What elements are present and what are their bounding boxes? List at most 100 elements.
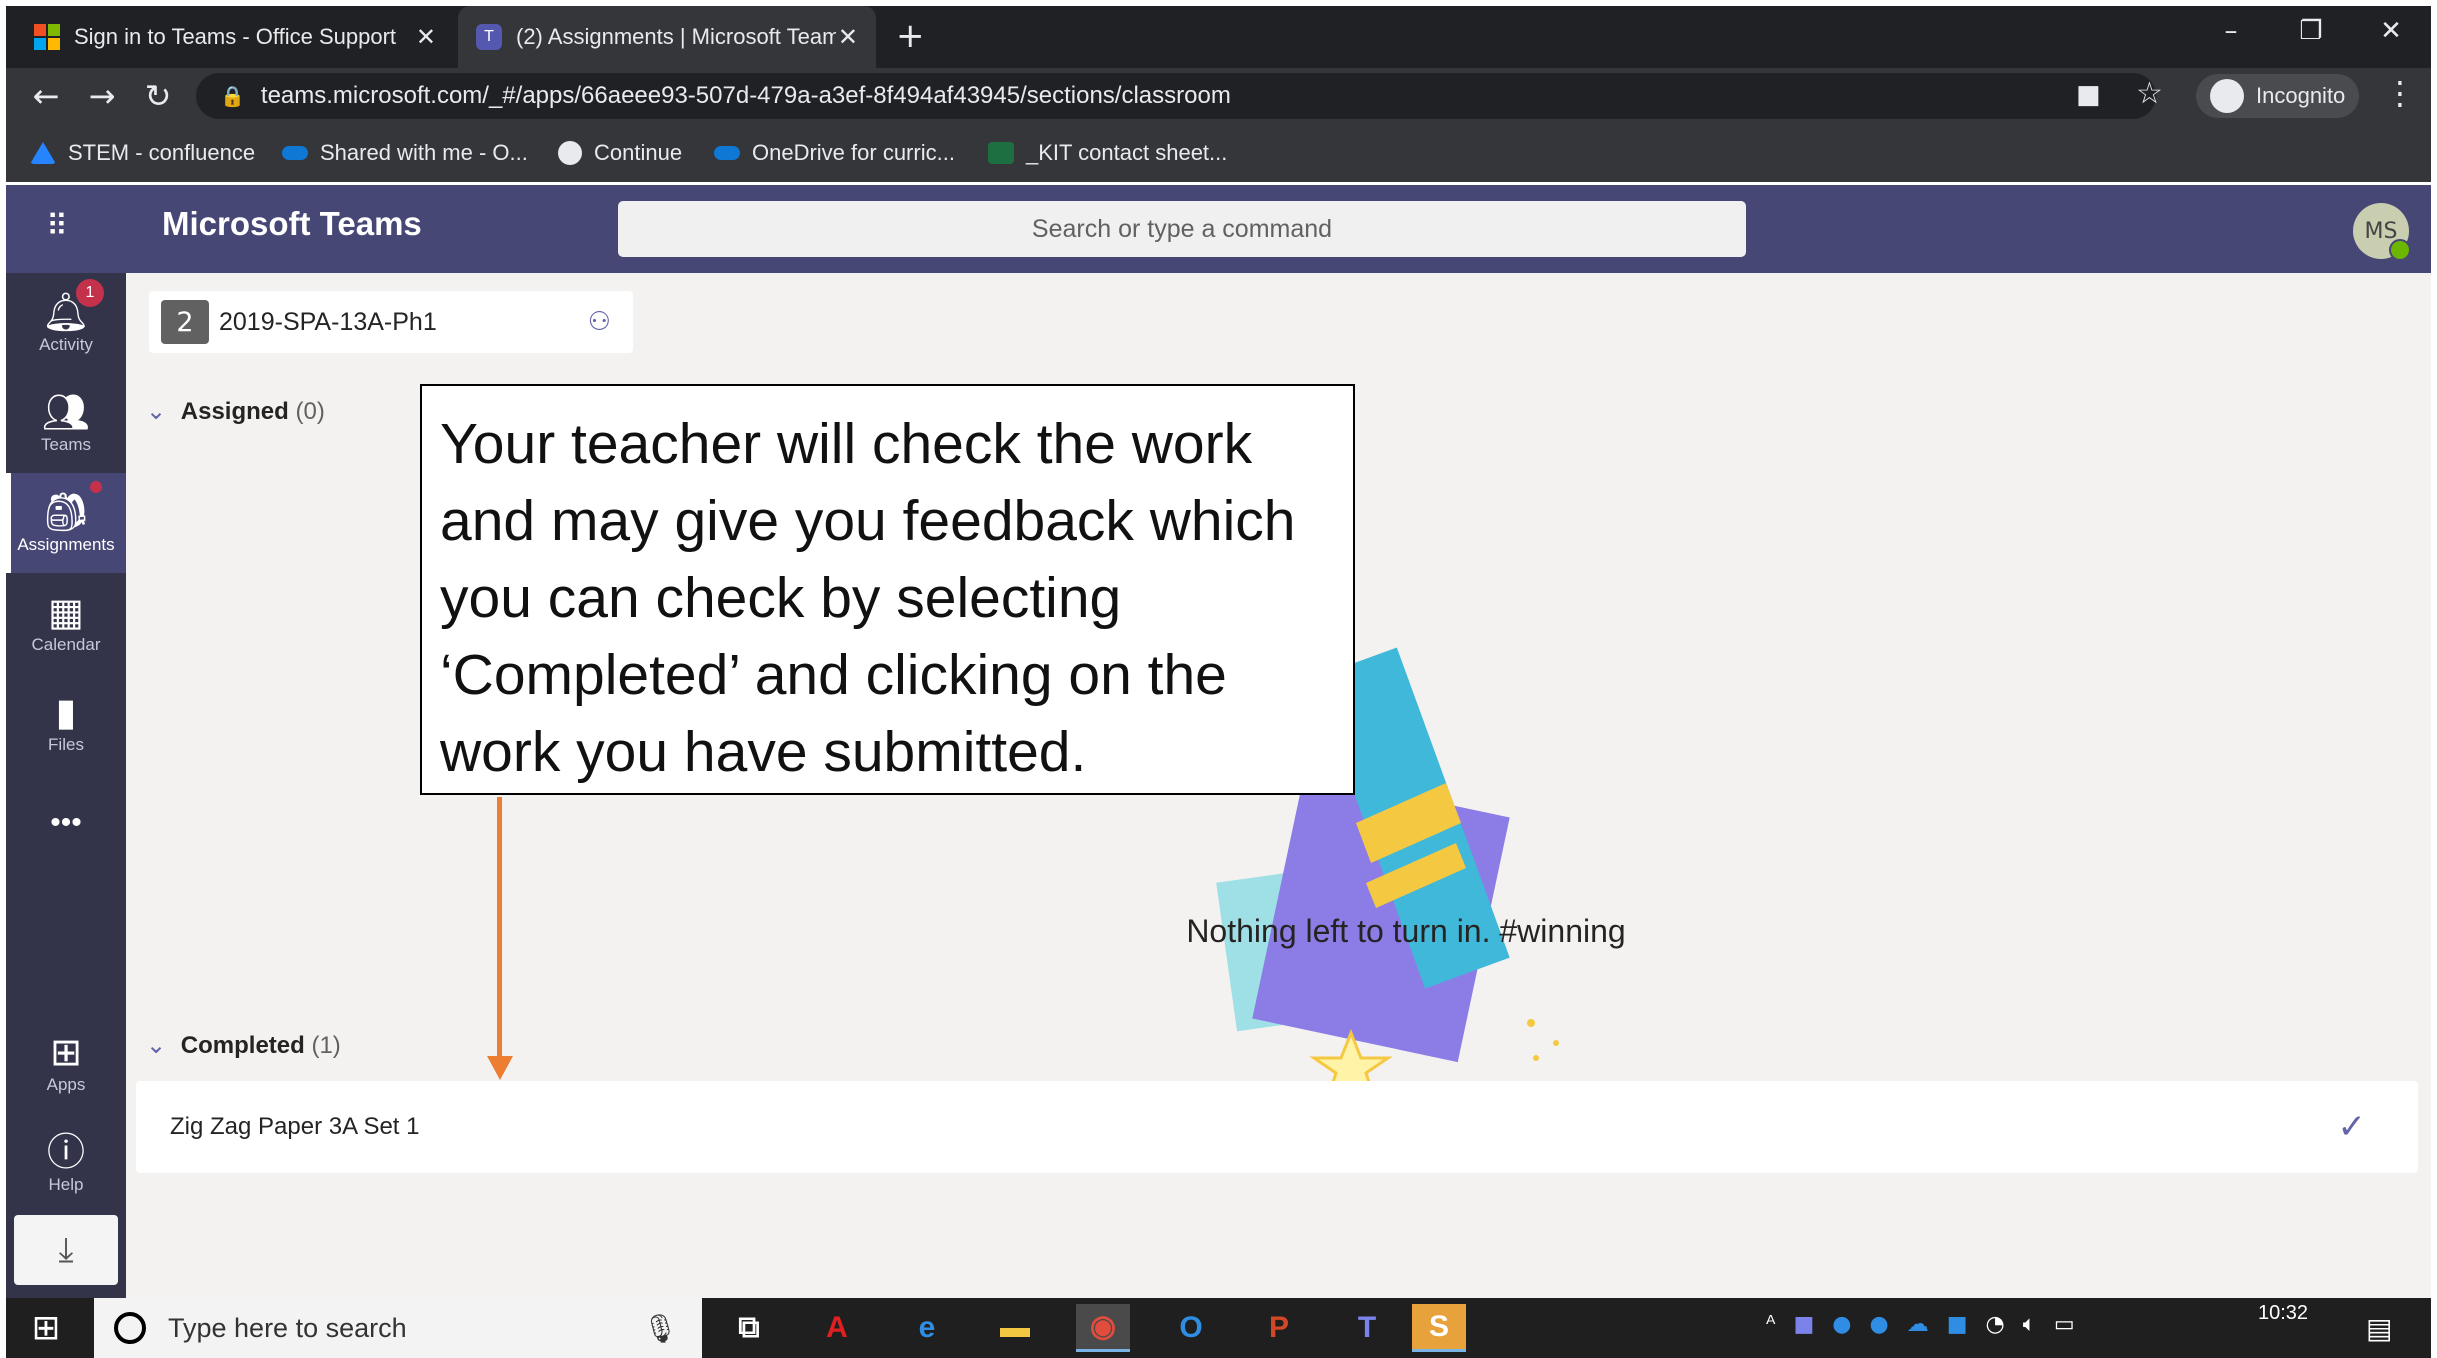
app-launcher-icon[interactable]: ⠿ (46, 209, 68, 244)
help-icon: ⓘ (46, 1132, 85, 1174)
taskbar-clock[interactable]: 10:32 (2258, 1302, 2308, 1325)
rail-label: Activity (39, 335, 93, 354)
url-text: teams.microsoft.com/_#/apps/66aeee93-507… (260, 82, 1231, 109)
windows-start-icon[interactable]: ⊞ (26, 1308, 66, 1348)
calendar-icon: ▦ (48, 592, 84, 634)
new-tab-button[interactable]: + (896, 16, 925, 56)
close-window-button[interactable]: ✕ (2356, 6, 2426, 56)
taskbar-search-placeholder: Type here to search (168, 1312, 407, 1343)
volume-icon[interactable]: 🔈︎ (2023, 1312, 2036, 1337)
confluence-icon (30, 142, 56, 164)
search-input[interactable]: Search or type a command (618, 201, 1746, 257)
rail-item-help[interactable]: ⓘ Help (6, 1113, 126, 1213)
assigned-count: (0) (295, 398, 325, 425)
notification-center-icon[interactable]: ▤ (2366, 1312, 2392, 1345)
bookmark-kit-contact-sheet[interactable]: _KIT contact sheet... (988, 124, 1227, 182)
people-icon[interactable]: ᴬ (1766, 1312, 1775, 1337)
bookmark-onedrive[interactable]: OneDrive for curric... (714, 124, 955, 182)
incognito-icon (2210, 79, 2244, 113)
completed-count: (1) (311, 1032, 341, 1059)
teams-tray-icon[interactable]: ■ (1793, 1312, 1814, 1337)
onedrive-icon (282, 146, 308, 160)
rail-item-files[interactable]: ▮ Files (6, 673, 126, 773)
tab-sign-in[interactable]: Sign in to Teams - Office Support ✕ (16, 6, 454, 68)
download-app-icon[interactable]: ⤓ (14, 1215, 118, 1285)
tab-assignments[interactable]: T (2) Assignments | Microsoft Team ✕ (458, 6, 876, 68)
windows-taskbar: ⊞ Type here to search 🎙︎ ⧉ A e ▬ ◉ O P T… (6, 1298, 2431, 1358)
completed-assignment-card[interactable]: Zig Zag Paper 3A Set 1 ✓ (136, 1081, 2418, 1173)
back-arrow-icon[interactable]: ← (24, 74, 68, 118)
annotation-arrow (497, 797, 502, 1065)
rail-label: Teams (40, 435, 92, 454)
incognito-profile[interactable]: Incognito (2196, 74, 2360, 118)
globe-icon (558, 141, 582, 165)
bookmark-label: STEM - confluence (68, 140, 256, 165)
teams-icon: T (476, 24, 502, 50)
rail-item-assignments[interactable]: 🎒︎ Assignments (6, 473, 126, 573)
completed-section-toggle[interactable]: ⌄ Completed (1) (146, 1031, 341, 1060)
onedrive-tray-icon[interactable]: ☁ (1907, 1312, 1929, 1337)
bookmark-continue[interactable]: Continue (558, 124, 682, 182)
rail-item-more[interactable]: ••• (6, 773, 126, 873)
rail-item-teams[interactable]: 👥︎ Teams (6, 373, 126, 473)
annotation-line: and may give you feedback which (440, 489, 1296, 553)
bookmark-label: OneDrive for curric... (752, 140, 955, 165)
task-view-icon[interactable]: ⧉ (722, 1304, 776, 1352)
microphone-icon[interactable]: 🎙︎ (642, 1312, 678, 1345)
skype-icon[interactable]: S (1412, 1304, 1466, 1352)
annotation-callout: Your teacher will check the work and may… (420, 384, 1355, 795)
powerpoint-icon[interactable]: P (1252, 1304, 1306, 1352)
close-icon[interactable]: ✕ (838, 23, 858, 52)
skype-tray-icon[interactable]: ● (1869, 1312, 1888, 1337)
outlook-tray-icon[interactable]: ■ (1947, 1312, 1968, 1337)
browser-tab-strip: Sign in to Teams - Office Support ✕ T (2… (6, 6, 2431, 68)
network-globe-icon[interactable]: ● (1832, 1312, 1851, 1337)
class-number: 2 (161, 300, 209, 344)
battery-icon[interactable]: ▭ (2054, 1312, 2075, 1337)
tab-title: (2) Assignments | Microsoft Team (516, 24, 836, 49)
close-icon[interactable]: ✕ (416, 23, 436, 52)
chrome-icon[interactable]: ◉ (1076, 1304, 1130, 1352)
app-title: Microsoft Teams (162, 205, 422, 242)
tab-title: Sign in to Teams - Office Support (74, 24, 397, 49)
rail-label: Calendar (31, 635, 101, 654)
excel-icon (988, 142, 1014, 164)
menu-kebab-icon[interactable]: ⋮ (2384, 74, 2416, 112)
url-bar[interactable]: 🔒 teams.microsoft.com/_#/apps/66aeee93-5… (196, 73, 2156, 119)
notification-badge: 1 (76, 279, 104, 307)
teams-icon[interactable]: T (1340, 1304, 1394, 1352)
camera-icon[interactable]: ■ (2076, 80, 2101, 110)
bookmark-confluence[interactable]: STEM - confluence (30, 124, 255, 182)
edge-icon[interactable]: e (900, 1304, 954, 1352)
file-explorer-icon[interactable]: ▬ (988, 1304, 1042, 1352)
rail-label: Help (48, 1175, 84, 1194)
address-toolbar: ← → ↻ 🔒 teams.microsoft.com/_#/apps/66ae… (6, 68, 2431, 124)
status-available-icon (2389, 239, 2411, 261)
assigned-section-toggle[interactable]: ⌄ Assigned (0) (146, 397, 325, 426)
avatar[interactable]: MS (2353, 203, 2411, 261)
taskbar-search-input[interactable]: Type here to search 🎙︎ (94, 1298, 702, 1358)
reload-icon[interactable]: ↻ (136, 74, 180, 118)
rail-label: Files (48, 735, 84, 754)
profile-label: Incognito (2256, 83, 2346, 108)
annotation-line: Your teacher will check the work (440, 412, 1253, 476)
bookmark-label: _KIT contact sheet... (1026, 140, 1228, 165)
acrobat-icon[interactable]: A (810, 1304, 864, 1352)
avatar-initials: MS (2364, 218, 2398, 244)
minimize-button[interactable]: – (2196, 6, 2266, 56)
star-icon[interactable]: ☆ (2136, 76, 2163, 111)
rail-item-apps[interactable]: ⊞ Apps (6, 1013, 126, 1113)
wifi-icon[interactable]: ◔ (1985, 1312, 2004, 1337)
outlook-icon[interactable]: O (1164, 1304, 1218, 1352)
assigned-label: Assigned (180, 398, 289, 425)
assignment-title: Zig Zag Paper 3A Set 1 (170, 1113, 420, 1140)
people-group-icon: ⚇ (587, 307, 611, 337)
bookmarks-bar: STEM - confluence Shared with me - O... … (6, 124, 2431, 182)
apps-icon: ⊞ (50, 1032, 82, 1074)
forward-arrow-icon[interactable]: → (80, 74, 124, 118)
bookmark-shared-with-me[interactable]: Shared with me - O... (282, 124, 528, 182)
restore-button[interactable]: ❐ (2276, 6, 2346, 56)
rail-item-activity[interactable]: 🔔︎ 1 Activity (6, 273, 126, 373)
class-selector[interactable]: 2 2019-SPA-13A-Ph1 ⚇ (149, 291, 633, 353)
rail-item-calendar[interactable]: ▦ Calendar (6, 573, 126, 673)
